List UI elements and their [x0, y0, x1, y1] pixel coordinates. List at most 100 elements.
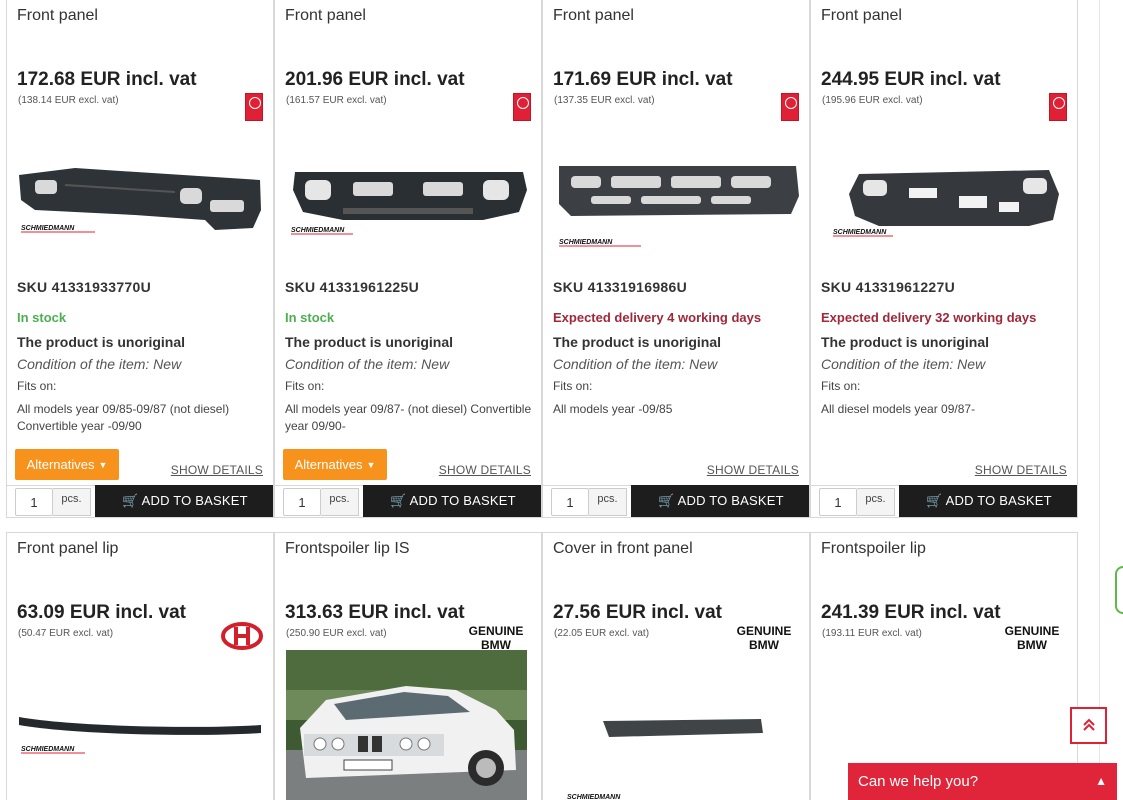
- add-to-basket-button[interactable]: 🛒 ADD TO BASKET: [631, 485, 809, 517]
- quantity-group: 1 pcs.: [7, 485, 95, 517]
- cart-icon: 🛒: [122, 493, 139, 508]
- product-title[interactable]: Front panel lip: [17, 540, 118, 558]
- cart-icon: 🛒: [658, 493, 675, 508]
- alternatives-button[interactable]: Alternatives ▼: [283, 449, 387, 480]
- product-title[interactable]: Cover in front panel: [553, 540, 693, 558]
- sku: SKU 41331961225U: [285, 279, 420, 295]
- unoriginal-notice: The product is unoriginal: [821, 334, 989, 350]
- product-card: Front panel 201.96 EUR incl. vat (161.57…: [274, 0, 542, 518]
- product-title[interactable]: Front panel: [285, 7, 366, 25]
- chat-label: Can we help you?: [858, 773, 979, 790]
- alternatives-label: Alternatives: [26, 457, 95, 472]
- fits-models: All models year 09/85-09/87 (not diesel)…: [17, 402, 230, 433]
- add-to-basket-label: ADD TO BASKET: [677, 493, 784, 508]
- product-card: Front panel lip 63.09 EUR incl. vat (50.…: [6, 532, 274, 800]
- quantity-input[interactable]: 1: [819, 488, 857, 516]
- price-excl-vat: (161.57 EUR excl. vat): [286, 95, 387, 106]
- quantity-input[interactable]: 1: [551, 488, 589, 516]
- product-image[interactable]: SCHMIEDMANN: [551, 150, 801, 250]
- stock-status: In stock: [17, 310, 67, 325]
- add-to-basket-button[interactable]: 🛒 ADD TO BASKET: [899, 485, 1077, 517]
- quantity-input[interactable]: 1: [15, 488, 53, 516]
- cart-icon: 🛒: [390, 493, 407, 508]
- sku: SKU 41331933770U: [17, 279, 152, 295]
- sku: SKU 41331916986U: [553, 279, 688, 295]
- add-to-basket-button[interactable]: 🛒 ADD TO BASKET: [95, 485, 273, 517]
- fits-models: All models year 09/87- (not diesel) Conv…: [285, 402, 532, 433]
- cart-icon: 🛒: [926, 493, 943, 508]
- schmiedmann-badge-icon: [1049, 93, 1067, 121]
- price-incl-vat: 171.69 EUR incl. vat: [553, 69, 733, 90]
- product-image[interactable]: SCHMIEDMANN: [551, 703, 801, 800]
- product-image[interactable]: SCHMIEDMANN: [283, 150, 533, 250]
- show-details-link[interactable]: SHOW DETAILS: [975, 463, 1067, 477]
- show-details-link[interactable]: SHOW DETAILS: [171, 463, 263, 477]
- hartge-badge-icon: [221, 622, 263, 650]
- schmiedmann-badge-icon: [781, 93, 799, 121]
- genuine-bmw-badge: GENUINE BMW: [1004, 624, 1060, 652]
- product-title[interactable]: Frontspoiler lip IS: [285, 540, 410, 558]
- fits-models: All models year -09/85: [553, 402, 673, 416]
- alternatives-label: Alternatives: [294, 457, 363, 472]
- item-condition: Condition of the item: New: [553, 356, 718, 372]
- fits-on-label: Fits on:: [285, 379, 325, 393]
- product-card: Front panel 172.68 EUR incl. vat (138.14…: [6, 0, 274, 518]
- price-incl-vat: 244.95 EUR incl. vat: [821, 69, 1001, 90]
- product-photo[interactable]: [286, 650, 527, 800]
- item-condition: Condition of the item: New: [285, 356, 450, 372]
- product-card: Cover in front panel 27.56 EUR incl. vat…: [542, 532, 810, 800]
- stock-status: In stock: [285, 310, 335, 325]
- brand-logo: SCHMIEDMANN: [567, 794, 621, 800]
- caret-down-icon: ▼: [98, 460, 108, 470]
- price-incl-vat: 63.09 EUR incl. vat: [17, 602, 186, 623]
- brand-logo: SCHMIEDMANN: [21, 225, 75, 232]
- show-details-link[interactable]: SHOW DETAILS: [439, 463, 531, 477]
- price-excl-vat: (22.05 EUR excl. vat): [554, 628, 650, 639]
- chevron-up-icon: ▲: [1095, 774, 1107, 788]
- price-excl-vat: (138.14 EUR excl. vat): [18, 95, 119, 106]
- fits-on-label: Fits on:: [821, 379, 861, 393]
- schmiedmann-badge-icon: [513, 93, 531, 121]
- product-title[interactable]: Frontspoiler lip: [821, 540, 926, 558]
- quantity-group: 1 pcs.: [543, 485, 631, 517]
- price-incl-vat: 27.56 EUR incl. vat: [553, 602, 722, 623]
- stock-status: Expected delivery 32 working days: [821, 310, 1037, 325]
- sku: SKU 41331961227U: [821, 279, 956, 295]
- caret-down-icon: ▼: [366, 460, 376, 470]
- brand-logo: SCHMIEDMANN: [291, 227, 345, 234]
- brand-logo: SCHMIEDMANN: [21, 746, 75, 753]
- stock-status: Expected delivery 4 working days: [553, 310, 762, 325]
- price-excl-vat: (195.96 EUR excl. vat): [822, 95, 923, 106]
- price-excl-vat: (50.47 EUR excl. vat): [18, 628, 114, 639]
- show-details-link[interactable]: SHOW DETAILS: [707, 463, 799, 477]
- product-title[interactable]: Front panel: [553, 7, 634, 25]
- quantity-unit: pcs.: [589, 488, 627, 516]
- price-excl-vat: (250.90 EUR excl. vat): [286, 628, 387, 639]
- quantity-group: 1 pcs.: [275, 485, 363, 517]
- add-to-basket-button[interactable]: 🛒 ADD TO BASKET: [363, 485, 541, 517]
- product-card: Front panel 244.95 EUR incl. vat (195.96…: [810, 0, 1078, 518]
- scroll-to-top-button[interactable]: [1070, 707, 1107, 744]
- price-incl-vat: 201.96 EUR incl. vat: [285, 69, 465, 90]
- brand-logo: SCHMIEDMANN: [833, 229, 887, 236]
- product-image[interactable]: SCHMIEDMANN: [15, 150, 265, 250]
- product-card: Frontspoiler lip IS 313.63 EUR incl. vat…: [274, 532, 542, 800]
- chat-widget-button[interactable]: Can we help you? ▲: [848, 763, 1117, 800]
- product-image[interactable]: SCHMIEDMANN: [15, 703, 265, 773]
- product-image[interactable]: SCHMIEDMANN: [819, 150, 1069, 250]
- product-title[interactable]: Front panel: [821, 7, 902, 25]
- unoriginal-notice: The product is unoriginal: [17, 334, 185, 350]
- add-to-basket-label: ADD TO BASKET: [141, 493, 248, 508]
- item-condition: Condition of the item: New: [821, 356, 986, 372]
- add-to-basket-label: ADD TO BASKET: [409, 493, 516, 508]
- feedback-side-tab[interactable]: [1115, 566, 1123, 614]
- price-incl-vat: 241.39 EUR incl. vat: [821, 602, 1001, 623]
- alternatives-button[interactable]: Alternatives ▼: [15, 449, 119, 480]
- product-title[interactable]: Front panel: [17, 7, 98, 25]
- brand-logo: SCHMIEDMANN: [559, 239, 613, 246]
- product-card: Frontspoiler lip 241.39 EUR incl. vat (1…: [810, 532, 1078, 800]
- genuine-bmw-badge: GENUINE BMW: [736, 624, 792, 652]
- quantity-unit: pcs.: [857, 488, 895, 516]
- quantity-input[interactable]: 1: [283, 488, 321, 516]
- price-incl-vat: 313.63 EUR incl. vat: [285, 602, 465, 623]
